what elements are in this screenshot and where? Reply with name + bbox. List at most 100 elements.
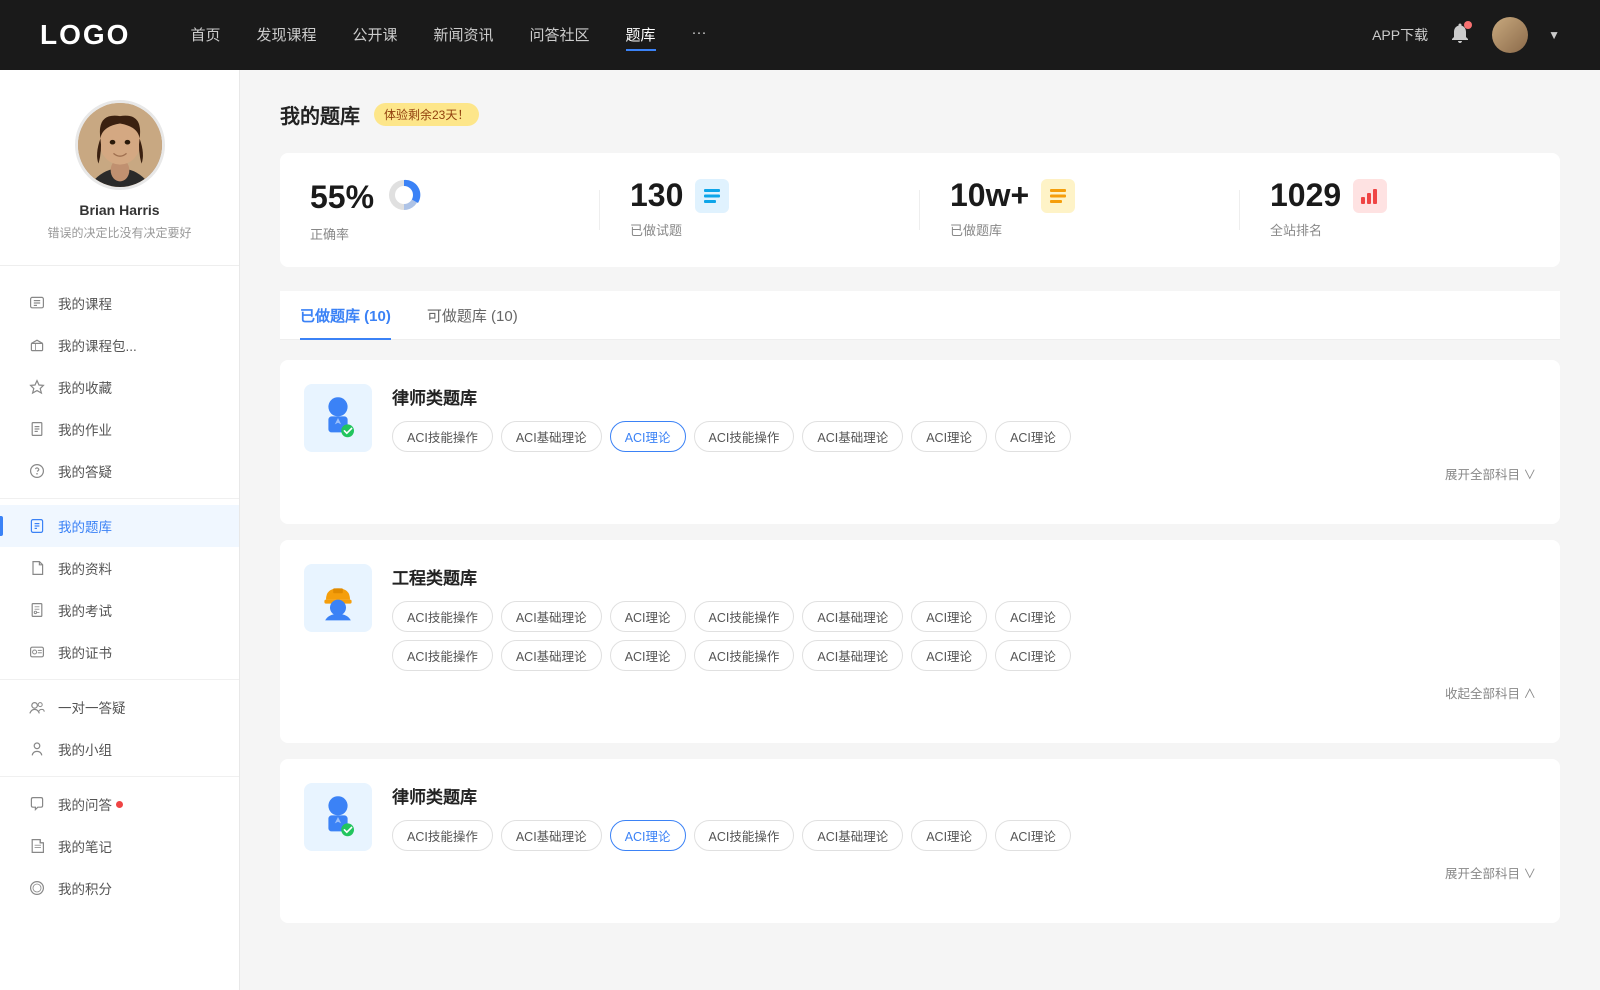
- tag-1-4[interactable]: ACI基础理论: [802, 601, 903, 632]
- tag-1-2[interactable]: ACI理论: [610, 601, 686, 632]
- qa-icon: [28, 795, 46, 813]
- tag-1-7[interactable]: ACI技能操作: [392, 640, 493, 671]
- cards-container: 律师类题库 ACI技能操作ACI基础理论ACI理论ACI技能操作ACI基础理论A…: [280, 360, 1560, 923]
- tag-1-13[interactable]: ACI理论: [995, 640, 1071, 671]
- tag-2-1[interactable]: ACI基础理论: [501, 820, 602, 851]
- stat-value: 55%: [310, 179, 374, 216]
- tag-2-2[interactable]: ACI理论: [610, 820, 686, 851]
- tag-1-1[interactable]: ACI基础理论: [501, 601, 602, 632]
- sidebar-item-question[interactable]: 我的答疑: [0, 450, 239, 492]
- tag-1-5[interactable]: ACI理论: [911, 601, 987, 632]
- expand-link[interactable]: 展开全部科目 ∨: [1445, 867, 1536, 881]
- tag-0-6[interactable]: ACI理论: [995, 421, 1071, 452]
- card-footer: 收起全部科目 ∧: [392, 683, 1536, 703]
- sidebar-label: 我的题库: [58, 516, 112, 536]
- sidebar-item-package[interactable]: 我的课程包...: [0, 324, 239, 366]
- expand-link[interactable]: 展开全部科目 ∨: [1445, 468, 1536, 482]
- stat-row: 130: [630, 177, 729, 214]
- sidebar-item-qa[interactable]: 我的问答: [0, 783, 239, 825]
- tag-1-8[interactable]: ACI基础理论: [501, 640, 602, 671]
- sidebar-item-cert[interactable]: 我的证书: [0, 631, 239, 673]
- sidebar-item-course[interactable]: 我的课程: [0, 282, 239, 324]
- tag-1-3[interactable]: ACI技能操作: [694, 601, 795, 632]
- sidebar-item-note[interactable]: 我的笔记: [0, 825, 239, 867]
- tag-0-4[interactable]: ACI基础理论: [802, 421, 903, 452]
- profile-motto: 错误的决定比没有决定要好: [20, 224, 219, 241]
- sidebar-item-exam[interactable]: 我的考试: [0, 589, 239, 631]
- tag-1-6[interactable]: ACI理论: [995, 601, 1071, 632]
- sidebar-item-points[interactable]: 我的积分: [0, 867, 239, 909]
- page-header: 我的题库 体验剩余23天！: [280, 100, 1560, 129]
- tags-row: ACI技能操作ACI基础理论ACI理论ACI技能操作ACI基础理论ACI理论AC…: [392, 820, 1536, 851]
- tag-2-3[interactable]: ACI技能操作: [694, 820, 795, 851]
- stat-label: 全站排名: [1270, 220, 1322, 239]
- sidebar-label: 我的课程: [58, 293, 112, 313]
- oneone-icon: [28, 698, 46, 716]
- tags-row-1: ACI技能操作ACI基础理论ACI理论ACI技能操作ACI基础理论ACI理论AC…: [392, 601, 1536, 632]
- tag-2-4[interactable]: ACI基础理论: [802, 820, 903, 851]
- profile-avatar: [75, 100, 165, 190]
- stat-item-0: 55% 正确率: [280, 177, 600, 243]
- app-download-link[interactable]: APP下载: [1372, 25, 1428, 45]
- user-avatar[interactable]: [1492, 17, 1528, 53]
- stat-label: 已做试题: [630, 220, 682, 239]
- tab-item-1[interactable]: 可做题库 (10): [427, 291, 518, 340]
- tag-1-10[interactable]: ACI技能操作: [694, 640, 795, 671]
- nav-item-2[interactable]: 公开课: [352, 20, 397, 51]
- tag-0-5[interactable]: ACI理论: [911, 421, 987, 452]
- sidebar-item-star[interactable]: 我的收藏: [0, 366, 239, 408]
- tag-0-3[interactable]: ACI技能操作: [694, 421, 795, 452]
- tag-1-9[interactable]: ACI理论: [610, 640, 686, 671]
- notification-bell[interactable]: [1448, 21, 1472, 50]
- card-body: 律师类题库 ACI技能操作ACI基础理论ACI理论ACI技能操作ACI基础理论A…: [392, 783, 1536, 883]
- sidebar-label: 我的积分: [58, 878, 112, 898]
- nav-item-0[interactable]: 首页: [190, 20, 220, 51]
- group-icon: [28, 740, 46, 758]
- nav-item-1[interactable]: 发现课程: [256, 20, 316, 51]
- sidebar-label: 我的问答: [58, 794, 112, 814]
- card-body: 工程类题库 ACI技能操作ACI基础理论ACI理论ACI技能操作ACI基础理论A…: [392, 564, 1536, 703]
- tag-2-0[interactable]: ACI技能操作: [392, 820, 493, 851]
- tag-1-12[interactable]: ACI理论: [911, 640, 987, 671]
- sidebar-item-oneone[interactable]: 一对一答疑: [0, 686, 239, 728]
- navbar: LOGO 首页发现课程公开课新闻资讯问答社区题库··· APP下载 ▼: [0, 0, 1600, 70]
- tag-0-2[interactable]: ACI理论: [610, 421, 686, 452]
- card-title: 律师类题库: [392, 783, 1536, 808]
- tags-row: ACI技能操作ACI基础理论ACI理论ACI技能操作ACI基础理论ACI理论AC…: [392, 421, 1536, 452]
- card-icon: [304, 564, 372, 632]
- card-header: 律师类题库 ACI技能操作ACI基础理论ACI理论ACI技能操作ACI基础理论A…: [304, 783, 1536, 883]
- card-icon: [304, 783, 372, 851]
- sidebar-item-group[interactable]: 我的小组: [0, 728, 239, 770]
- expand-link[interactable]: 收起全部科目 ∧: [1445, 687, 1536, 701]
- tag-2-5[interactable]: ACI理论: [911, 820, 987, 851]
- sidebar-item-quiz[interactable]: 我的题库: [0, 505, 239, 547]
- tag-2-6[interactable]: ACI理论: [995, 820, 1071, 851]
- nav-item-4[interactable]: 问答社区: [530, 20, 590, 51]
- sidebar-label: 我的课程包...: [58, 335, 137, 355]
- nav-item-6[interactable]: ···: [692, 20, 707, 51]
- user-menu-chevron[interactable]: ▼: [1548, 28, 1560, 42]
- tags-row-2: ACI技能操作ACI基础理论ACI理论ACI技能操作ACI基础理论ACI理论AC…: [392, 640, 1536, 671]
- nav-item-5[interactable]: 题库: [626, 20, 656, 51]
- package-icon: [28, 336, 46, 354]
- cert-icon: [28, 643, 46, 661]
- trial-badge: 体验剩余23天！: [374, 103, 479, 126]
- tab-item-0[interactable]: 已做题库 (10): [300, 291, 391, 340]
- tag-0-1[interactable]: ACI基础理论: [501, 421, 602, 452]
- stat-item-2: 10w+ 已做题库: [920, 177, 1240, 243]
- homework-icon: [28, 420, 46, 438]
- tag-0-0[interactable]: ACI技能操作: [392, 421, 493, 452]
- nav-item-3[interactable]: 新闻资讯: [434, 20, 494, 51]
- sidebar-item-homework[interactable]: 我的作业: [0, 408, 239, 450]
- card-icon: [304, 384, 372, 452]
- notification-dot: [1464, 21, 1472, 29]
- main-content: 我的题库 体验剩余23天！ 55% 正确率 130 已做试题 10w+ 已做题库: [240, 70, 1600, 990]
- tag-1-0[interactable]: ACI技能操作: [392, 601, 493, 632]
- sidebar-label: 我的作业: [58, 419, 112, 439]
- card-header: 律师类题库 ACI技能操作ACI基础理论ACI理论ACI技能操作ACI基础理论A…: [304, 384, 1536, 484]
- sidebar: Brian Harris 错误的决定比没有决定要好 我的课程 我的课程包... …: [0, 70, 240, 990]
- profile-name: Brian Harris: [20, 202, 219, 218]
- sidebar-item-file[interactable]: 我的资料: [0, 547, 239, 589]
- tag-1-11[interactable]: ACI基础理论: [802, 640, 903, 671]
- sidebar-label: 我的证书: [58, 642, 112, 662]
